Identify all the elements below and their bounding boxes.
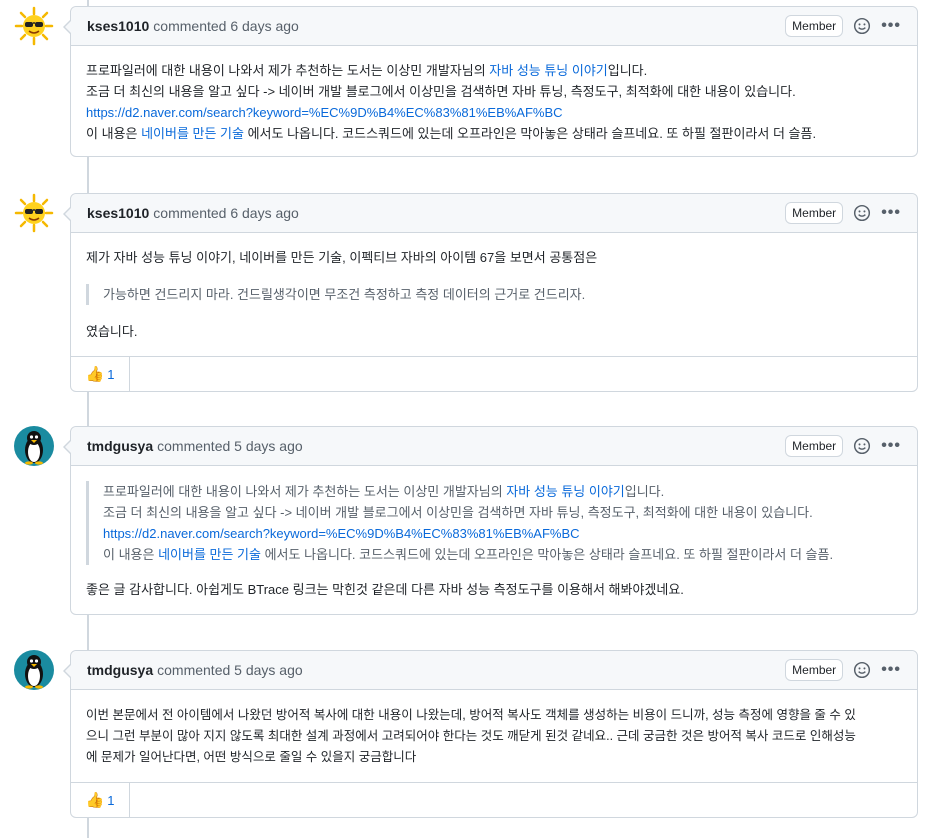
book-link[interactable]: 자바 성능 튜닝 이야기 <box>506 484 624 499</box>
comment-body: 이번 본문에서 전 아이템에서 나왔던 방어적 복사에 대한 내용이 나왔는데,… <box>71 690 917 782</box>
more-options-icon[interactable]: ••• <box>881 18 901 34</box>
comment-text: 조금 더 최신의 내용을 알고 싶다 -> 네이버 개발 블로그에서 이상민을 … <box>86 84 796 99</box>
comment-timestamp[interactable]: commented 5 days ago <box>157 438 303 454</box>
comment-body: 제가 자바 성능 튜닝 이야기, 네이버를 만든 기술, 이펙티브 자바의 아이… <box>71 233 917 356</box>
comment-header: kses1010 commented 6 days ago Member ••• <box>71 7 917 46</box>
comment-text: 좋은 글 감사합니다. 아쉽게도 BTrace 링크는 막힌것 같은데 다른 자… <box>86 582 684 597</box>
comment-body: 프로파일러에 대한 내용이 나와서 제가 추천하는 도서는 이상민 개발자님의 … <box>71 46 917 156</box>
avatar[interactable] <box>14 426 54 466</box>
smiley-icon[interactable] <box>853 437 871 455</box>
comment-header: kses1010 commented 6 days ago Member ••• <box>71 194 917 233</box>
comment-box: kses1010 commented 6 days ago Member •••… <box>63 6 918 157</box>
comment-text: 이번 본문에서 전 아이템에서 나왔던 방어적 복사에 대한 내용이 나왔는데,… <box>86 708 856 722</box>
blockquote: 프로파일러에 대한 내용이 나와서 제가 추천하는 도서는 이상민 개발자님의 … <box>86 481 902 565</box>
penguin-icon <box>25 655 43 689</box>
smiley-icon[interactable] <box>853 661 871 679</box>
thumbs-up-icon: 👍 <box>85 792 105 809</box>
sun-sunglasses-icon <box>14 193 54 233</box>
member-badge: Member <box>785 15 844 37</box>
comment-header: tmdgusya commented 5 days ago Member ••• <box>71 427 917 466</box>
book-link[interactable]: 자바 성능 튜닝 이야기 <box>489 63 607 78</box>
reaction-count: 1 <box>107 792 115 808</box>
author-link[interactable]: kses1010 <box>87 18 149 34</box>
author-link[interactable]: kses1010 <box>87 205 149 221</box>
more-options-icon[interactable]: ••• <box>881 438 901 454</box>
blockquote: 가능하면 건드리지 마라. 건드릴생각이면 무조건 측정하고 측정 데이터의 근… <box>86 284 902 305</box>
member-badge: Member <box>785 202 844 224</box>
comment-timestamp[interactable]: commented 5 days ago <box>157 662 303 678</box>
comment-box: tmdgusya commented 5 days ago Member •••… <box>63 426 918 615</box>
thumbs-up-reaction[interactable]: 👍 1 <box>71 783 130 817</box>
reactions-bar: 👍 1 <box>71 356 917 391</box>
book-link[interactable]: 네이버를 만든 기술 <box>141 126 244 141</box>
comment-text: 으니 그런 부분이 많아 지지 않도록 최대한 설계 과정에서 고려되어야 한다… <box>86 729 856 743</box>
smiley-icon[interactable] <box>853 204 871 222</box>
member-badge: Member <box>785 435 844 457</box>
thumbs-up-icon: 👍 <box>85 366 105 383</box>
comment-timestamp[interactable]: commented 6 days ago <box>153 205 299 221</box>
comment-text: 제가 자바 성능 튜닝 이야기, 네이버를 만든 기술, 이펙티브 자바의 아이… <box>86 250 598 265</box>
more-options-icon[interactable]: ••• <box>881 662 901 678</box>
comment-text: 였습니다. <box>86 324 138 339</box>
reaction-count: 1 <box>107 366 115 382</box>
comment-body: 프로파일러에 대한 내용이 나와서 제가 추천하는 도서는 이상민 개발자님의 … <box>71 466 917 614</box>
comment-box: kses1010 commented 6 days ago Member •••… <box>63 193 918 392</box>
naver-search-link[interactable]: https://d2.naver.com/search?keyword=%EC%… <box>86 105 563 120</box>
sun-sunglasses-icon <box>14 6 54 46</box>
comment-text: 에 문제가 일어난다면, 어떤 방식으로 줄일 수 있을지 궁금합니다 <box>86 750 417 764</box>
author-link[interactable]: tmdgusya <box>87 662 153 678</box>
avatar[interactable] <box>14 650 54 690</box>
reactions-bar: 👍 1 <box>71 782 917 817</box>
quote-text: 이 내용은 네이버를 만든 기술 에서도 나옵니다. 코드스쿼드에 있는데 오프… <box>103 547 834 562</box>
comment-box: tmdgusya commented 5 days ago Member •••… <box>63 650 918 818</box>
avatar[interactable] <box>14 193 54 233</box>
member-badge: Member <box>785 659 844 681</box>
naver-search-link[interactable]: https://d2.naver.com/search?keyword=%EC%… <box>103 526 580 541</box>
comment-text: 프로파일러에 대한 내용이 나와서 제가 추천하는 도서는 이상민 개발자님의 … <box>86 63 648 78</box>
author-link[interactable]: tmdgusya <box>87 438 153 454</box>
quote-text: 조금 더 최신의 내용을 알고 싶다 -> 네이버 개발 블로그에서 이상민을 … <box>103 505 813 520</box>
penguin-icon <box>25 431 43 465</box>
more-options-icon[interactable]: ••• <box>881 205 901 221</box>
comment-timestamp[interactable]: commented 6 days ago <box>153 18 299 34</box>
book-link[interactable]: 네이버를 만든 기술 <box>158 547 261 562</box>
avatar[interactable] <box>14 6 54 46</box>
comment-text: 이 내용은 네이버를 만든 기술 에서도 나옵니다. 코드스쿼드에 있는데 오프… <box>86 126 817 141</box>
smiley-icon[interactable] <box>853 17 871 35</box>
comment-header: tmdgusya commented 5 days ago Member ••• <box>71 651 917 690</box>
thumbs-up-reaction[interactable]: 👍 1 <box>71 357 130 391</box>
quote-text: 프로파일러에 대한 내용이 나와서 제가 추천하는 도서는 이상민 개발자님의 … <box>103 484 665 499</box>
